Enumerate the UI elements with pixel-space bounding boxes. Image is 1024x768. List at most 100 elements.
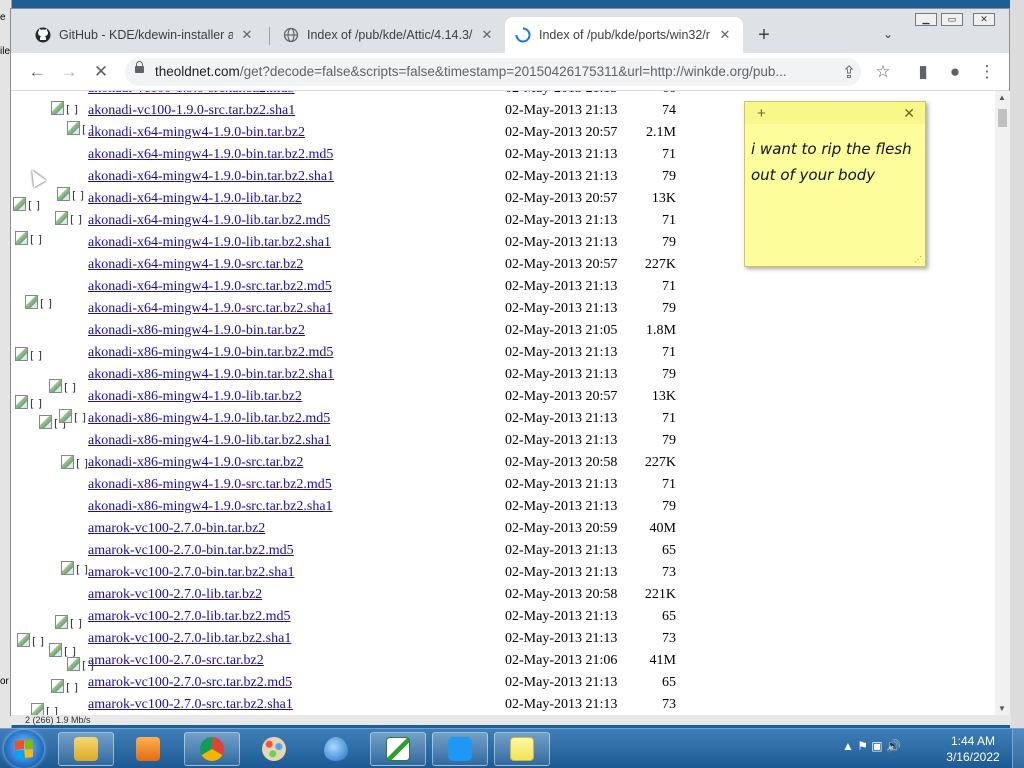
tab-search-chevron-icon[interactable]: ⌄ [883,27,893,41]
taskbar-sticky-notes[interactable] [494,732,550,766]
new-tab-button[interactable]: + [753,25,775,47]
file-size: 79 [662,433,676,448]
resize-grip-icon[interactable]: ⋰ [914,255,922,264]
profile-avatar-icon[interactable]: ● [943,60,967,84]
file-link[interactable]: akonadi-x86-mingw4-1.9.0-bin.tar.bz2 [88,323,305,339]
table-row: akonadi-x86-mingw4-1.9.0-bin.tar.bz2.sha… [11,365,711,387]
bookmark-star-icon[interactable]: ☆ [871,60,895,84]
close-note-button[interactable]: ✕ [903,105,915,122]
table-row: akonadi-x64-mingw4-1.9.0-bin.tar.bz2.sha… [11,167,711,189]
broken-image-icon: [ ] [31,703,58,715]
file-link[interactable]: akonadi-x64-mingw4-1.9.0-src.tar.bz2.md5 [88,279,332,295]
broken-image-icon: [ ] [67,121,94,136]
file-size: 71 [662,213,676,228]
file-date: 02-May-2013 20:58 [505,587,618,602]
file-link[interactable]: akonadi-x86-mingw4-1.9.0-src.tar.bz2.sha… [88,499,333,515]
page-scrollbar[interactable]: ▲ ▼ [995,91,1010,715]
scrollbar-thumb[interactable] [998,109,1007,127]
broken-image-icon: [ ] [59,409,86,424]
scroll-down-arrow-icon[interactable]: ▼ [998,704,1006,713]
file-link[interactable]: akonadi-x64-mingw4-1.9.0-src.tar.bz2.sha… [88,301,333,317]
file-link[interactable]: akonadi-x86-mingw4-1.9.0-bin.tar.bz2.md5 [88,345,333,361]
sticky-note-header[interactable] [745,102,925,124]
file-link[interactable]: amarok-vc100-2.7.0-src.tar.bz2.sha1 [88,697,293,713]
windows-logo-icon [15,739,33,759]
file-link[interactable]: amarok-vc100-2.7.0-src.tar.bz2.md5 [88,675,292,691]
show-desktop-button[interactable] [1012,729,1024,768]
tab-close-button[interactable]: ✕ [239,27,255,43]
file-link[interactable]: akonadi-vc100-1.9.0-src.tar.bz2.sha1 [88,103,295,119]
file-date: 02-May-2013 21:13 [505,411,618,426]
start-button[interactable] [4,730,44,768]
tab-attic-index[interactable]: Index of /pub/kde/Attic/4.14.3/sr ✕ [273,17,505,53]
file-size: 73 [662,631,676,646]
file-link[interactable]: akonadi-x64-mingw4-1.9.0-bin.tar.bz2 [88,125,305,141]
file-link[interactable]: amarok-vc100-2.7.0-bin.tar.bz2 [88,521,265,537]
file-date: 02-May-2013 21:13 [505,609,618,624]
tab-ports-index[interactable]: Index of /pub/kde/ports/win32/r ✕ [505,17,743,53]
table-row: akonadi-x64-mingw4-1.9.0-src.tar.bz2.sha… [11,299,711,321]
side-panel-icon[interactable]: ▮ [911,60,935,84]
taskbar-media-player[interactable] [120,732,176,766]
file-link[interactable]: akonadi-x86-mingw4-1.9.0-lib.tar.bz2 [88,389,302,405]
file-date: 02-May-2013 21:13 [505,565,618,580]
taskbar-droplet-app[interactable] [308,732,364,766]
taskbar-chrome[interactable] [184,732,240,766]
file-link[interactable]: amarok-vc100-2.7.0-bin.tar.bz2.md5 [88,543,294,559]
globe-icon [283,27,299,43]
add-note-button[interactable]: + [757,105,766,122]
close-window-button[interactable]: ✕ [973,13,995,26]
file-link[interactable]: akonadi-x86-mingw4-1.9.0-lib.tar.bz2.md5 [88,411,330,427]
file-size: 71 [662,477,676,492]
tab-close-button[interactable]: ✕ [717,27,733,43]
taskbar-clock[interactable]: 1:44 AM 3/16/2022 [936,733,1010,765]
file-date: 02-May-2013 21:13 [505,543,618,558]
taskbar-explorer[interactable] [58,732,114,766]
table-row: akonadi-x64-mingw4-1.9.0-lib.tar.bz2 02-M… [11,189,711,211]
file-link[interactable]: amarok-vc100-2.7.0-lib.tar.bz2 [88,587,262,603]
file-link[interactable]: akonadi-x64-mingw4-1.9.0-bin.tar.bz2.sha… [88,169,334,185]
sticky-note[interactable]: + ✕ i want to rip the flesh out of your … [744,101,926,267]
back-arrow-icon[interactable]: ← [25,60,49,84]
file-link[interactable]: akonadi-x64-mingw4-1.9.0-lib.tar.bz2.md5 [88,213,330,229]
forward-arrow-icon[interactable]: → [57,60,81,84]
tab-github[interactable]: GitHub - KDE/kdewin-installer at ✕ [25,17,265,53]
file-link[interactable]: amarok-vc100-2.7.0-src.tar.bz2 [88,653,264,669]
file-link[interactable]: akonadi-x86-mingw4-1.9.0-lib.tar.bz2.sha… [88,433,331,449]
system-tray[interactable]: ▲ ⚑ ▣ 🔊 [842,739,901,753]
file-date: 02-May-2013 21:13 [505,631,618,646]
taskbar-chart-app[interactable] [370,732,426,766]
file-link[interactable]: akonadi-vc100-1.9.0-src.tar.bz2.md5 [88,91,294,97]
broken-image-icon: [ ] [15,395,42,410]
paint-palette-icon [262,737,286,761]
file-link[interactable]: akonadi-x86-mingw4-1.9.0-src.tar.bz2.md5 [88,477,332,493]
file-link[interactable]: amarok-vc100-2.7.0-lib.tar.bz2.sha1 [88,631,291,647]
url-text[interactable]: theoldnet.com/get?decode=false&scripts=f… [155,64,835,79]
table-row: akonadi-x86-mingw4-1.9.0-bin.tar.bz2 02-M… [11,321,711,343]
taskbar-paint[interactable] [246,732,302,766]
sticky-note-text[interactable]: i want to rip the flesh out of your body [751,136,923,188]
file-link[interactable]: akonadi-x64-mingw4-1.9.0-lib.tar.bz2 [88,191,302,207]
file-link[interactable]: akonadi-x64-mingw4-1.9.0-lib.tar.bz2.sha… [88,235,331,251]
tab-close-button[interactable]: ✕ [479,27,495,43]
file-link[interactable]: akonadi-x86-mingw4-1.9.0-src.tar.bz2 [88,455,303,471]
minimize-button[interactable]: ▁ [915,13,937,26]
file-date: 02-May-2013 21:13 [505,345,618,360]
broken-image-icon: [ ] [67,657,94,672]
file-link[interactable]: akonadi-x86-mingw4-1.9.0-bin.tar.bz2.sha… [88,367,334,383]
tab-separator [269,27,270,45]
file-date: 02-May-2013 20:57 [505,389,618,404]
taskbar-kde-app[interactable] [432,732,488,766]
scroll-up-arrow-icon[interactable]: ▲ [998,93,1006,102]
file-link[interactable]: amarok-vc100-2.7.0-lib.tar.bz2.md5 [88,609,291,625]
browser-menu-icon[interactable]: ⋮ [975,60,999,84]
file-link[interactable]: akonadi-x64-mingw4-1.9.0-bin.tar.bz2.md5 [88,147,333,163]
stop-loading-icon[interactable]: ✕ [89,60,113,84]
address-bar[interactable]: theoldnet.com/get?decode=false&scripts=f… [125,58,861,86]
file-link[interactable]: amarok-vc100-2.7.0-bin.tar.bz2.sha1 [88,565,294,581]
file-size: 65 [662,609,676,624]
share-icon[interactable]: ⇪ [837,61,861,85]
file-link[interactable]: akonadi-x64-mingw4-1.9.0-src.tar.bz2 [88,257,303,273]
maximize-button[interactable]: ▭ [941,13,963,26]
status-bar: 2 (266) 1.9 Mb/s [11,715,1011,725]
